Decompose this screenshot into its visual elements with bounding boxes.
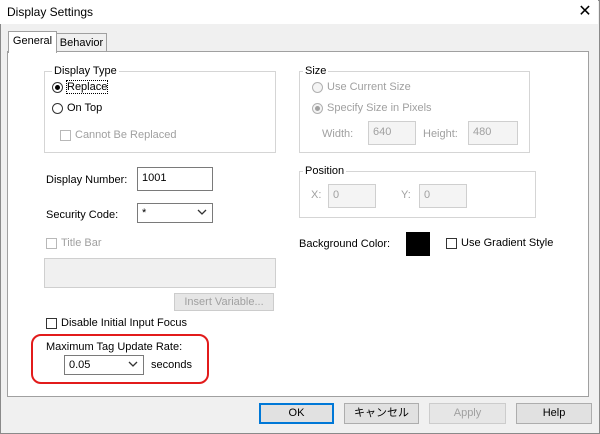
disable-initial-input-focus-label: Disable Initial Input Focus xyxy=(61,317,187,329)
use-current-size-radio[interactable] xyxy=(312,82,323,93)
replace-radio[interactable] xyxy=(52,82,63,93)
position-legend: Position xyxy=(303,165,347,177)
background-color-swatch[interactable] xyxy=(406,232,430,256)
disable-initial-input-focus-checkbox[interactable] xyxy=(46,318,57,329)
specify-size-radio[interactable] xyxy=(312,103,323,114)
cannot-be-replaced-label: Cannot Be Replaced xyxy=(75,129,177,141)
specify-size-label: Specify Size in Pixels xyxy=(327,102,432,114)
width-input[interactable]: 640 xyxy=(368,121,416,145)
replace-label: Replace xyxy=(65,80,109,94)
apply-button[interactable]: Apply xyxy=(429,403,506,424)
help-button[interactable]: Help xyxy=(516,403,592,424)
display-number-input[interactable]: 1001 xyxy=(137,167,213,191)
background-color-label: Background Color: xyxy=(299,238,391,250)
cannot-be-replaced-checkbox[interactable] xyxy=(60,130,71,141)
use-gradient-checkbox[interactable] xyxy=(446,238,457,249)
height-input[interactable]: 480 xyxy=(468,121,518,145)
height-label: Height: xyxy=(423,128,458,140)
security-code-label: Security Code: xyxy=(46,209,119,221)
use-current-size-label: Use Current Size xyxy=(327,81,411,93)
tab-general[interactable]: General xyxy=(8,31,57,53)
on-top-radio[interactable] xyxy=(52,103,63,114)
x-input[interactable]: 0 xyxy=(328,184,376,208)
width-label: Width: xyxy=(322,128,354,140)
on-top-label: On Top xyxy=(67,102,103,114)
ok-button[interactable]: OK xyxy=(259,403,334,424)
close-icon[interactable]: ✕ xyxy=(575,2,595,22)
window-title: Display Settings xyxy=(7,5,94,19)
y-input[interactable]: 0 xyxy=(419,184,467,208)
x-label: X: xyxy=(311,189,322,201)
insert-variable-button[interactable]: Insert Variable... xyxy=(174,293,274,311)
highlight-annotation xyxy=(31,334,209,384)
security-code-combo[interactable]: * xyxy=(137,203,213,223)
chevron-down-icon xyxy=(197,209,207,215)
title-bar-text-field[interactable] xyxy=(44,258,276,288)
size-legend: Size xyxy=(303,65,329,77)
security-code-value: * xyxy=(142,207,147,219)
title-bar-checkbox[interactable] xyxy=(46,238,57,249)
display-number-label: Display Number: xyxy=(46,174,128,186)
use-gradient-label: Use Gradient Style xyxy=(461,237,554,249)
tab-behavior[interactable]: Behavior xyxy=(56,33,107,53)
display-type-legend: Display Type xyxy=(52,65,119,77)
y-label: Y: xyxy=(401,189,411,201)
cancel-button[interactable]: キャンセル xyxy=(344,403,419,424)
title-bar-label: Title Bar xyxy=(61,237,102,249)
